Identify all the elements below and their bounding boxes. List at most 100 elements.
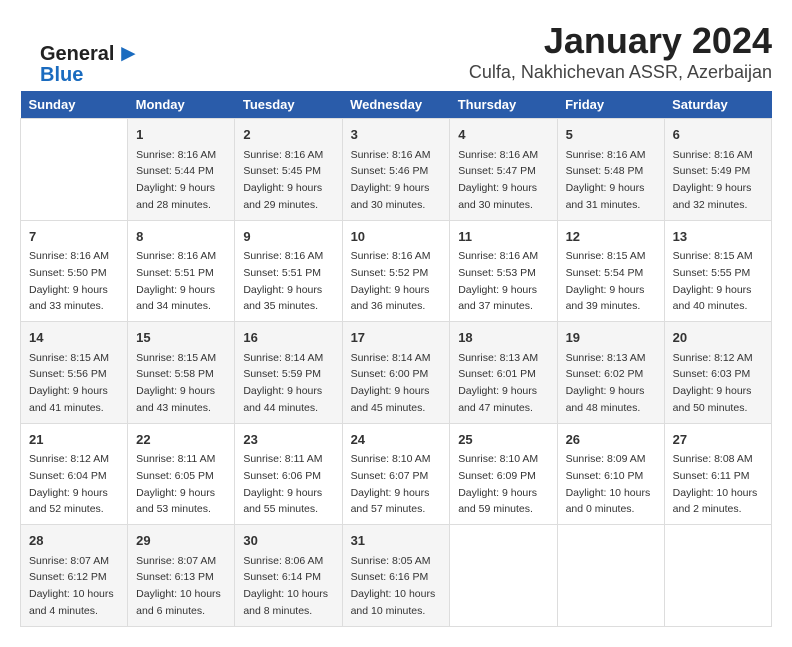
header-saturday: Saturday <box>664 91 771 119</box>
day-number: 23 <box>243 430 333 450</box>
sunset-text: Sunset: 6:06 PM <box>243 470 321 482</box>
logo-bird-icon: ► <box>116 40 140 68</box>
sunset-text: Sunset: 5:55 PM <box>673 267 751 279</box>
sunrise-text: Sunrise: 8:16 AM <box>243 250 323 262</box>
sunrise-text: Sunrise: 8:13 AM <box>458 352 538 364</box>
cell-week5-day6 <box>664 525 771 627</box>
daylight-text: Daylight: 9 hours and 41 minutes. <box>29 385 108 414</box>
cell-week2-day2: 9 Sunrise: 8:16 AM Sunset: 5:51 PM Dayli… <box>235 220 342 322</box>
cell-week4-day4: 25 Sunrise: 8:10 AM Sunset: 6:09 PM Dayl… <box>450 423 557 525</box>
day-number: 4 <box>458 125 548 145</box>
sunrise-text: Sunrise: 8:16 AM <box>458 149 538 161</box>
day-number: 3 <box>351 125 442 145</box>
daylight-text: Daylight: 9 hours and 39 minutes. <box>566 284 645 313</box>
cell-week5-day4 <box>450 525 557 627</box>
sunrise-text: Sunrise: 8:16 AM <box>566 149 646 161</box>
sunrise-text: Sunrise: 8:08 AM <box>673 453 753 465</box>
logo: General ► Blue <box>40 40 140 87</box>
sunset-text: Sunset: 6:03 PM <box>673 368 751 380</box>
sunset-text: Sunset: 6:00 PM <box>351 368 429 380</box>
daylight-text: Daylight: 9 hours and 37 minutes. <box>458 284 537 313</box>
cell-week3-day4: 18 Sunrise: 8:13 AM Sunset: 6:01 PM Dayl… <box>450 322 557 424</box>
cell-week3-day2: 16 Sunrise: 8:14 AM Sunset: 5:59 PM Dayl… <box>235 322 342 424</box>
sunrise-text: Sunrise: 8:16 AM <box>673 149 753 161</box>
sunset-text: Sunset: 6:14 PM <box>243 571 321 583</box>
day-number: 2 <box>243 125 333 145</box>
weekday-header-row: Sunday Monday Tuesday Wednesday Thursday… <box>21 91 772 119</box>
cell-week5-day0: 28 Sunrise: 8:07 AM Sunset: 6:12 PM Dayl… <box>21 525 128 627</box>
sunrise-text: Sunrise: 8:14 AM <box>351 352 431 364</box>
header-tuesday: Tuesday <box>235 91 342 119</box>
sunset-text: Sunset: 6:13 PM <box>136 571 214 583</box>
day-number: 9 <box>243 227 333 247</box>
sunrise-text: Sunrise: 8:16 AM <box>243 149 323 161</box>
header-wednesday: Wednesday <box>342 91 450 119</box>
sunrise-text: Sunrise: 8:12 AM <box>29 453 109 465</box>
sunset-text: Sunset: 5:44 PM <box>136 165 214 177</box>
cell-week4-day3: 24 Sunrise: 8:10 AM Sunset: 6:07 PM Dayl… <box>342 423 450 525</box>
cell-week4-day6: 27 Sunrise: 8:08 AM Sunset: 6:11 PM Dayl… <box>664 423 771 525</box>
day-number: 8 <box>136 227 226 247</box>
daylight-text: Daylight: 9 hours and 52 minutes. <box>29 487 108 516</box>
sunrise-text: Sunrise: 8:10 AM <box>458 453 538 465</box>
cell-week1-day4: 4 Sunrise: 8:16 AM Sunset: 5:47 PM Dayli… <box>450 119 557 221</box>
daylight-text: Daylight: 9 hours and 43 minutes. <box>136 385 215 414</box>
sunrise-text: Sunrise: 8:11 AM <box>136 453 215 465</box>
daylight-text: Daylight: 9 hours and 34 minutes. <box>136 284 215 313</box>
sunrise-text: Sunrise: 8:16 AM <box>136 149 216 161</box>
sunset-text: Sunset: 6:05 PM <box>136 470 214 482</box>
week-row-4: 21 Sunrise: 8:12 AM Sunset: 6:04 PM Dayl… <box>21 423 772 525</box>
day-number: 15 <box>136 328 226 348</box>
daylight-text: Daylight: 9 hours and 48 minutes. <box>566 385 645 414</box>
week-row-1: 1 Sunrise: 8:16 AM Sunset: 5:44 PM Dayli… <box>21 119 772 221</box>
daylight-text: Daylight: 9 hours and 32 minutes. <box>673 182 752 211</box>
daylight-text: Daylight: 9 hours and 36 minutes. <box>351 284 430 313</box>
header-monday: Monday <box>128 91 235 119</box>
sunset-text: Sunset: 6:10 PM <box>566 470 644 482</box>
day-number: 20 <box>673 328 763 348</box>
cell-week5-day3: 31 Sunrise: 8:05 AM Sunset: 6:16 PM Dayl… <box>342 525 450 627</box>
day-number: 14 <box>29 328 119 348</box>
cell-week5-day5 <box>557 525 664 627</box>
cell-week2-day5: 12 Sunrise: 8:15 AM Sunset: 5:54 PM Dayl… <box>557 220 664 322</box>
sunset-text: Sunset: 5:45 PM <box>243 165 321 177</box>
sunrise-text: Sunrise: 8:10 AM <box>351 453 431 465</box>
cell-week5-day2: 30 Sunrise: 8:06 AM Sunset: 6:14 PM Dayl… <box>235 525 342 627</box>
cell-week3-day0: 14 Sunrise: 8:15 AM Sunset: 5:56 PM Dayl… <box>21 322 128 424</box>
sunset-text: Sunset: 5:58 PM <box>136 368 214 380</box>
sunrise-text: Sunrise: 8:07 AM <box>136 555 216 567</box>
day-number: 24 <box>351 430 442 450</box>
sunrise-text: Sunrise: 8:12 AM <box>673 352 753 364</box>
sunset-text: Sunset: 6:01 PM <box>458 368 536 380</box>
cell-week1-day0 <box>21 119 128 221</box>
cell-week3-day5: 19 Sunrise: 8:13 AM Sunset: 6:02 PM Dayl… <box>557 322 664 424</box>
day-number: 30 <box>243 531 333 551</box>
day-number: 19 <box>566 328 656 348</box>
sunset-text: Sunset: 6:04 PM <box>29 470 107 482</box>
sunrise-text: Sunrise: 8:07 AM <box>29 555 109 567</box>
day-number: 22 <box>136 430 226 450</box>
sunset-text: Sunset: 6:11 PM <box>673 470 750 482</box>
sunrise-text: Sunrise: 8:15 AM <box>136 352 216 364</box>
daylight-text: Daylight: 10 hours and 4 minutes. <box>29 588 114 617</box>
daylight-text: Daylight: 10 hours and 8 minutes. <box>243 588 328 617</box>
sunset-text: Sunset: 6:07 PM <box>351 470 429 482</box>
sunset-text: Sunset: 6:02 PM <box>566 368 644 380</box>
daylight-text: Daylight: 9 hours and 29 minutes. <box>243 182 322 211</box>
day-number: 18 <box>458 328 548 348</box>
daylight-text: Daylight: 9 hours and 45 minutes. <box>351 385 430 414</box>
cell-week2-day0: 7 Sunrise: 8:16 AM Sunset: 5:50 PM Dayli… <box>21 220 128 322</box>
sunrise-text: Sunrise: 8:16 AM <box>351 250 431 262</box>
cell-week1-day6: 6 Sunrise: 8:16 AM Sunset: 5:49 PM Dayli… <box>664 119 771 221</box>
logo-blue: Blue <box>40 64 83 87</box>
day-number: 29 <box>136 531 226 551</box>
daylight-text: Daylight: 9 hours and 59 minutes. <box>458 487 537 516</box>
day-number: 11 <box>458 227 548 247</box>
sunrise-text: Sunrise: 8:06 AM <box>243 555 323 567</box>
day-number: 21 <box>29 430 119 450</box>
cell-week3-day1: 15 Sunrise: 8:15 AM Sunset: 5:58 PM Dayl… <box>128 322 235 424</box>
daylight-text: Daylight: 10 hours and 2 minutes. <box>673 487 758 516</box>
daylight-text: Daylight: 10 hours and 6 minutes. <box>136 588 221 617</box>
cell-week2-day1: 8 Sunrise: 8:16 AM Sunset: 5:51 PM Dayli… <box>128 220 235 322</box>
sunrise-text: Sunrise: 8:13 AM <box>566 352 646 364</box>
